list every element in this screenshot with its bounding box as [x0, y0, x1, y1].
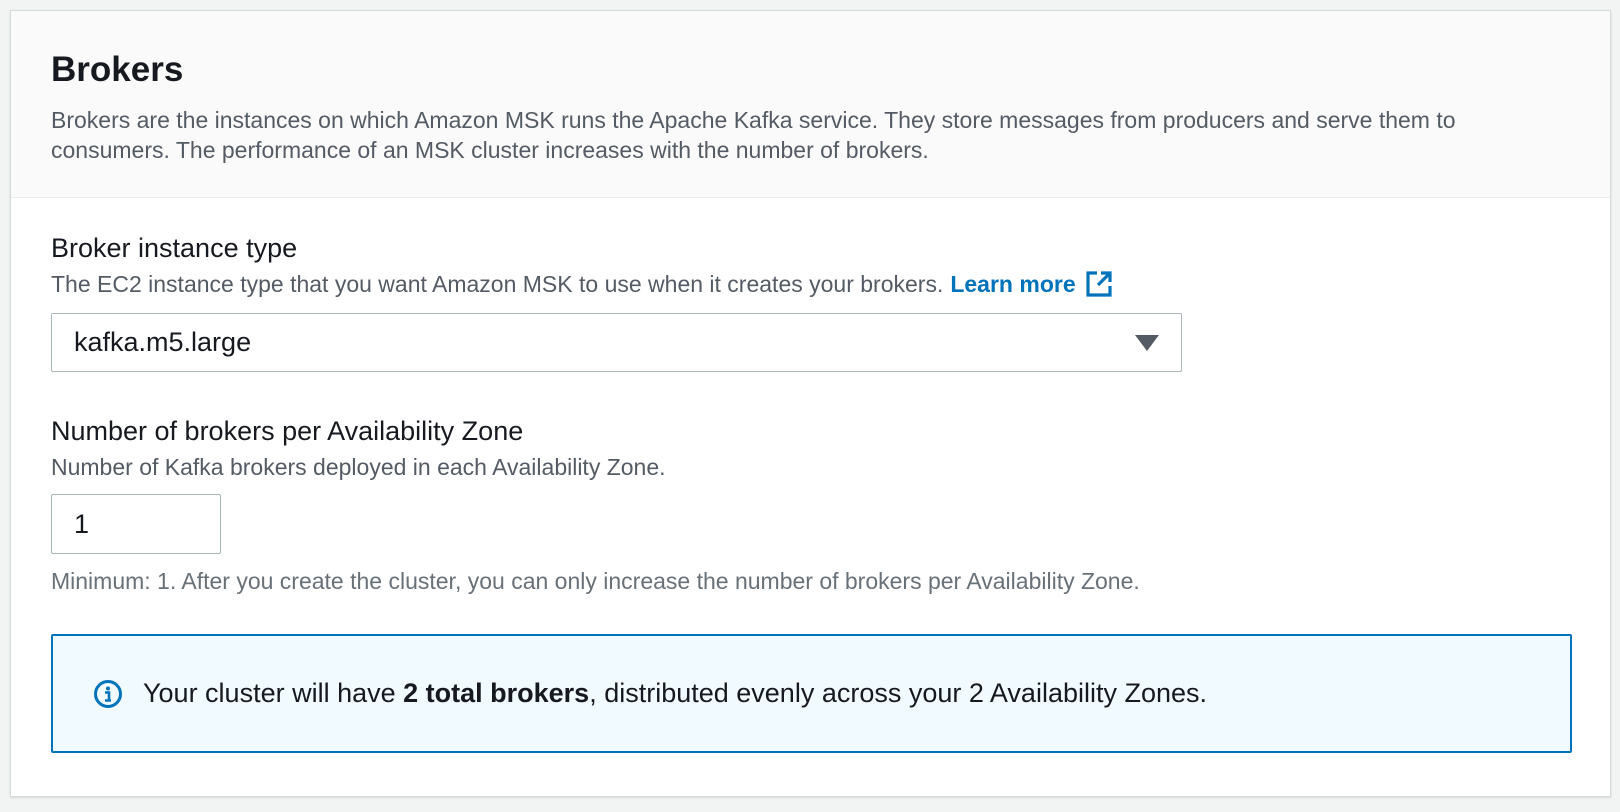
brokers-per-az-constraint: Minimum: 1. After you create the cluster…	[51, 568, 1140, 594]
info-alert-total-brokers: 2 total brokers	[403, 678, 590, 708]
broker-instance-type-description: The EC2 instance type that you want Amaz…	[51, 269, 1570, 299]
panel-header: Brokers Brokers are the instances on whi…	[11, 11, 1610, 198]
info-alert-text-after: , distributed evenly across your 2 Avail…	[589, 678, 1208, 708]
broker-instance-type-description-text: The EC2 instance type that you want Amaz…	[51, 271, 944, 297]
brokers-per-az-label: Number of brokers per Availability Zone	[51, 416, 524, 446]
learn-more-label: Learn more	[950, 271, 1076, 297]
panel-description: Brokers are the instances on which Amazo…	[51, 107, 1456, 163]
brokers-panel: Brokers Brokers are the instances on whi…	[10, 10, 1611, 797]
learn-more-link[interactable]: Learn more	[950, 269, 1112, 299]
broker-instance-type-selected-value: kafka.m5.large	[74, 327, 252, 357]
info-icon	[94, 679, 122, 708]
info-alert-text-before: Your cluster will have	[143, 678, 404, 708]
panel-body: Broker instance type The EC2 instance ty…	[11, 198, 1610, 753]
external-link-icon	[1086, 271, 1112, 297]
info-alert: Your cluster will have 2 total brokers, …	[51, 634, 1572, 753]
brokers-per-az-input[interactable]	[51, 494, 221, 554]
info-alert-text: Your cluster will have 2 total brokers, …	[143, 678, 1207, 709]
brokers-per-az-description: Number of Kafka brokers deployed in each…	[51, 454, 666, 480]
broker-instance-type-label: Broker instance type	[51, 233, 298, 263]
broker-instance-type-field: Broker instance type The EC2 instance ty…	[51, 231, 1570, 372]
brokers-per-az-field: Number of brokers per Availability Zone …	[51, 414, 1570, 596]
broker-instance-type-select[interactable]: kafka.m5.large	[51, 313, 1182, 372]
panel-title: Brokers	[51, 50, 184, 89]
caret-down-icon	[1135, 334, 1159, 351]
